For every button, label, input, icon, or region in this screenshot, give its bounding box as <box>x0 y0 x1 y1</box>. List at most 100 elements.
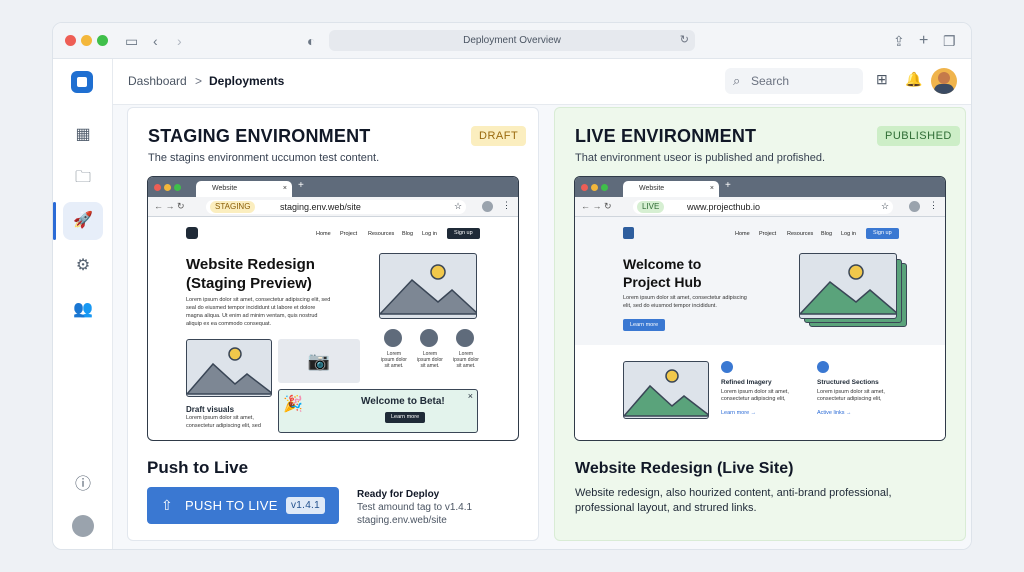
profile-icon[interactable] <box>63 507 103 545</box>
sidebar: ▦ 🗀 🚀 ⚙ 👥 ⓘ <box>53 59 113 549</box>
minimize-window-button[interactable] <box>81 35 92 46</box>
site-nav-project[interactable]: Project <box>340 231 357 237</box>
staging-card: STAGING ENVIRONMENT DRAFT The stagins en… <box>127 107 539 541</box>
shield-icon: ◐ <box>307 33 316 49</box>
preview-new-tab-icon[interactable]: + <box>298 180 304 191</box>
deploy-info: Ready for Deploy Test amound tag to v1.4… <box>357 489 473 526</box>
published-badge: PUBLISHED <box>877 126 960 146</box>
draft-badge: DRAFT <box>471 126 527 146</box>
live-description: Website redesign, also hourized content,… <box>575 487 892 514</box>
staging-url: staging.env.web/site <box>280 202 361 212</box>
preview-new-tab-icon[interactable]: + <box>725 180 731 191</box>
close-icon[interactable]: × <box>468 391 473 401</box>
users-icon[interactable]: 👥 <box>63 291 103 329</box>
site-signup-button[interactable]: Sign up <box>447 228 480 239</box>
site-logo <box>186 227 198 239</box>
party-popper-icon: 🎉 <box>283 396 303 413</box>
beta-banner: 🎉 Welcome to Beta! Learn more × <box>278 389 478 433</box>
gear-icon[interactable]: ⚙ <box>63 247 103 285</box>
top-header: Dashboard > Deployments ⌕ Search ⊞ 🔔 <box>113 59 971 105</box>
feature-icon <box>456 329 474 347</box>
sections-icon <box>817 361 829 373</box>
site-nav-login[interactable]: Log in <box>841 231 856 237</box>
site-nav-resources[interactable]: Resources <box>368 231 394 237</box>
grid-icon[interactable]: ▦ <box>63 116 103 154</box>
image-icon <box>721 361 733 373</box>
preview-address-bar[interactable]: LIVE www.projecthub.io <box>633 200 893 214</box>
banner-title: Welcome to Beta! <box>361 396 445 407</box>
live-section-title: Website Redesign (Live Site) <box>575 460 794 477</box>
staging-chip: STAGING <box>210 201 256 213</box>
feature-title-sections: Structured Sections <box>817 379 879 386</box>
breadcrumb-deployments[interactable]: Deployments <box>209 74 284 88</box>
app-window: ▭ ‹ › ◐ Deployment Overview ↻ ⇪ + ❐ ▦ 🗀 … <box>52 22 972 550</box>
site-nav-blog[interactable]: Blog <box>402 231 413 237</box>
feature-link-learn-more[interactable]: Learn more → <box>721 410 756 417</box>
camera-icon: 📷 <box>278 339 360 383</box>
upload-icon: ⇧ <box>161 497 174 513</box>
feature-icon <box>420 329 438 347</box>
feature-icon <box>384 329 402 347</box>
draft-visuals-label: Draft visuals <box>186 405 235 414</box>
live-url: www.projecthub.io <box>687 202 761 212</box>
reload-icon[interactable]: ↻ <box>680 30 689 51</box>
site-signup-button[interactable]: Sign up <box>866 228 899 239</box>
site-nav-resources[interactable]: Resources <box>787 231 813 237</box>
app-logo <box>71 71 93 93</box>
site-nav-home[interactable]: Home <box>316 231 331 237</box>
hero-title-line-1: Website Redesign <box>186 256 315 273</box>
new-tab-icon[interactable]: + <box>919 32 928 50</box>
breadcrumb-dashboard[interactable]: Dashboard <box>128 74 187 88</box>
live-card: LIVE ENVIRONMENT PUBLISHED That environm… <box>554 107 966 541</box>
preview-tab[interactable]: Website × <box>196 181 292 197</box>
tabs-overview-icon[interactable]: ❐ <box>943 32 956 50</box>
window-title: Deployment Overview <box>463 35 561 46</box>
star-icon[interactable]: ☆ <box>881 201 889 212</box>
back-icon[interactable]: ‹ <box>153 32 158 50</box>
help-icon[interactable]: ⓘ <box>63 466 103 504</box>
push-to-live-button[interactable]: ⇧ PUSH TO LIVE v1.4.1 <box>147 487 339 524</box>
profile-icon[interactable] <box>482 201 493 212</box>
feature-link-active[interactable]: Active links → <box>817 410 852 417</box>
active-indicator <box>53 202 56 240</box>
live-chip: LIVE <box>637 201 665 213</box>
draft-image-placeholder <box>186 339 272 397</box>
banner-learn-more-button[interactable]: Learn more <box>385 412 426 423</box>
share-icon[interactable]: ⇪ <box>893 32 905 50</box>
staging-title: STAGING ENVIRONMENT <box>148 126 371 146</box>
rocket-icon[interactable]: 🚀 <box>63 202 103 240</box>
hero-image-placeholder <box>379 253 477 319</box>
version-tag: v1.4.1 <box>285 497 325 514</box>
preview-address-bar[interactable]: STAGING staging.env.web/site <box>206 200 466 214</box>
close-window-button[interactable] <box>65 35 76 46</box>
add-icon[interactable]: ⊞ <box>876 71 888 88</box>
preview-tab[interactable]: Website × <box>623 181 719 197</box>
site-nav-home[interactable]: Home <box>735 231 750 237</box>
star-icon[interactable]: ☆ <box>454 201 462 212</box>
site-logo <box>623 227 634 239</box>
search-input[interactable]: ⌕ Search <box>725 68 863 94</box>
hero-learn-more-button[interactable]: Learn more <box>623 319 666 331</box>
avatar[interactable] <box>931 68 957 94</box>
site-nav-login[interactable]: Log in <box>422 231 437 237</box>
forward-icon[interactable]: › <box>177 32 182 50</box>
breadcrumb-separator: > <box>195 74 203 88</box>
maximize-window-button[interactable] <box>97 35 108 46</box>
menu-icon[interactable]: ⋮ <box>929 200 938 211</box>
hero-title-line-2: (Staging Preview) <box>186 275 312 292</box>
main-content: STAGING ENVIRONMENT DRAFT The stagins en… <box>113 105 971 549</box>
site-nav-blog[interactable]: Blog <box>821 231 832 237</box>
menu-icon[interactable]: ⋮ <box>502 200 511 211</box>
profile-icon[interactable] <box>909 201 920 212</box>
folder-icon[interactable]: 🗀 <box>63 159 103 197</box>
address-bar[interactable]: Deployment Overview ↻ <box>329 30 695 51</box>
live-subtitle: That environment useor is published and … <box>575 152 826 164</box>
staging-subtitle: The stagins environment uccumon test con… <box>148 152 380 164</box>
search-icon: ⌕ <box>733 73 741 88</box>
site-nav-project[interactable]: Project <box>759 231 776 237</box>
bell-icon[interactable]: 🔔 <box>905 71 922 88</box>
push-heading: Push to Live <box>147 458 249 477</box>
live-title: LIVE ENVIRONMENT <box>575 126 757 146</box>
hero-title-line-1: Welcome to <box>623 256 702 272</box>
sidebar-toggle-icon[interactable]: ▭ <box>125 32 138 50</box>
